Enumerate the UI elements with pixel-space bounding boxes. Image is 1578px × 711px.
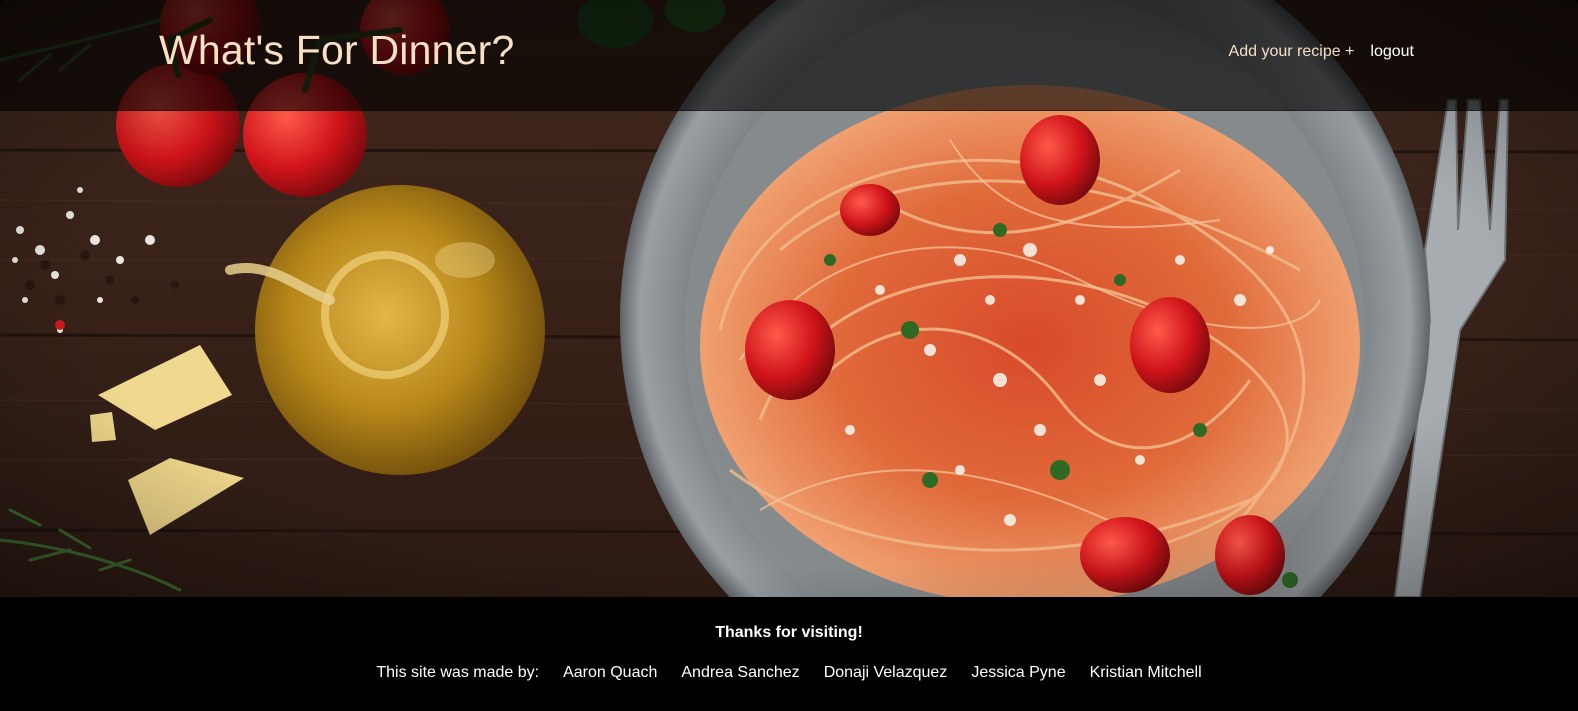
app-window: What's For Dinner? Add your recipe + log… [0,0,1578,711]
site-header: What's For Dinner? Add your recipe + log… [0,0,1578,111]
author-link[interactable]: Andrea Sanchez [681,663,799,683]
made-by-label: This site was made by: [376,664,540,681]
logout-link[interactable]: logout [1370,42,1414,62]
footer-thanks-text: Thanks for visiting! [715,624,863,641]
add-recipe-link[interactable]: Add your recipe + [1229,42,1355,62]
author-link[interactable]: Kristian Mitchell [1090,663,1202,683]
site-title[interactable]: What's For Dinner? [159,26,514,74]
main-nav: Add your recipe + logout [1229,42,1414,62]
site-footer: Thanks for visiting! This site was made … [0,597,1578,711]
author-link[interactable]: Jessica Pyne [971,663,1065,683]
footer-credits: This site was made by: Aaron Quach Andre… [0,663,1578,683]
author-link[interactable]: Donaji Velazquez [824,663,948,683]
author-link[interactable]: Aaron Quach [563,663,657,683]
